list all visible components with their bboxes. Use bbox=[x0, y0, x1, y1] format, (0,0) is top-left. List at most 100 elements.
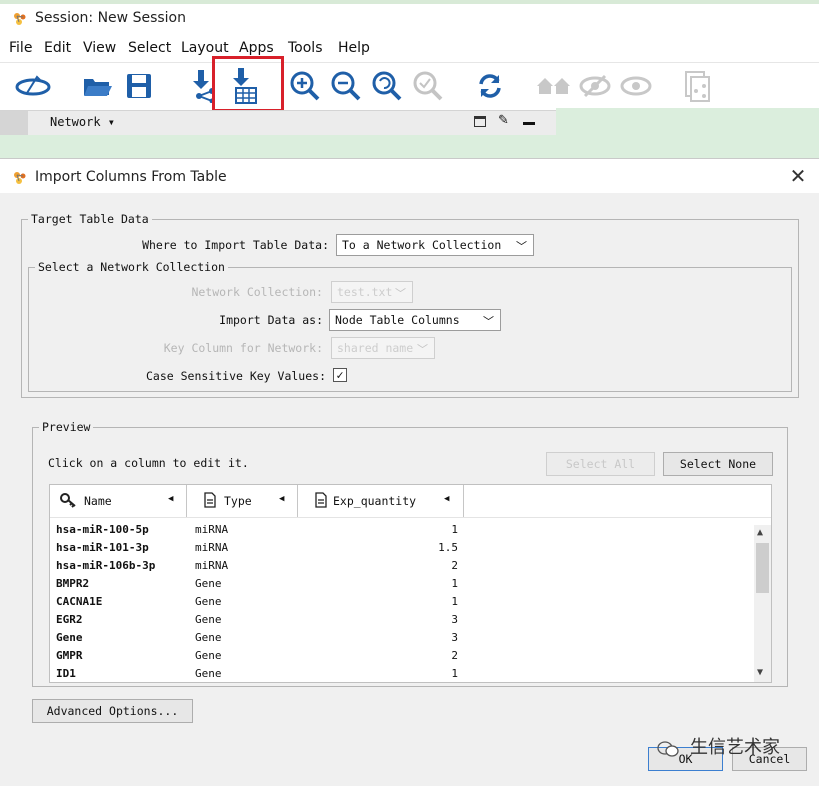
import-table-highlight-box bbox=[212, 56, 284, 112]
menu-file[interactable]: File bbox=[9, 40, 32, 56]
chevron-down-icon: ﹀ bbox=[516, 240, 527, 253]
zoom-selected-icon bbox=[409, 67, 447, 105]
network-collection-label: Network Collection: bbox=[191, 285, 323, 299]
network-collection-dropdown: test.txt ﹀ bbox=[331, 281, 413, 303]
import-as-value: Node Table Columns bbox=[335, 313, 460, 327]
advanced-options-button[interactable]: Advanced Options... bbox=[32, 699, 193, 723]
case-sensitive-checkbox[interactable]: ✓ bbox=[333, 368, 347, 382]
cell-type: Gene bbox=[195, 613, 222, 626]
scroll-down-icon[interactable]: ▼ bbox=[757, 667, 763, 678]
preview-legend: Preview bbox=[39, 420, 94, 434]
cell-name: EGR2 bbox=[56, 613, 83, 626]
cell-exp: 3 bbox=[451, 631, 458, 644]
show-icon bbox=[617, 67, 655, 105]
table-header: Name ◀ Type ◀ Exp_quantity ◀ bbox=[50, 485, 771, 518]
cell-exp: 3 bbox=[451, 613, 458, 626]
close-icon[interactable]: ✕ bbox=[787, 165, 809, 187]
scrollbar-thumb[interactable] bbox=[756, 543, 769, 593]
pin-icon[interactable]: ✎ bbox=[498, 113, 509, 128]
network-tab-label: Network bbox=[50, 115, 101, 129]
chevron-down-icon: ﹀ bbox=[417, 343, 428, 356]
preview-hint: Click on a column to edit it. bbox=[48, 456, 249, 470]
dialog-title: Import Columns From Table bbox=[35, 169, 227, 185]
background-area-strip bbox=[0, 135, 819, 158]
save-icon[interactable] bbox=[120, 67, 158, 105]
zoom-in-icon[interactable] bbox=[286, 67, 324, 105]
cell-type: Gene bbox=[195, 631, 222, 644]
cell-type: Gene bbox=[195, 595, 222, 608]
preview-table: Name ◀ Type ◀ Exp_quantity ◀ hsa-miR-100… bbox=[49, 484, 772, 683]
cell-type: Gene bbox=[195, 649, 222, 662]
menu-select[interactable]: Select bbox=[128, 40, 171, 56]
cell-exp: 1 bbox=[451, 523, 458, 536]
dialog-title-bar: Import Columns From Table ✕ bbox=[0, 159, 819, 193]
menu-view[interactable]: View bbox=[83, 40, 116, 56]
cell-type: miRNA bbox=[195, 559, 229, 572]
where-label: Where to Import Table Data: bbox=[142, 238, 329, 252]
cell-name: hsa-miR-106b-3p bbox=[56, 559, 156, 572]
table-row: CACNA1E Gene 1 bbox=[50, 595, 750, 613]
cell-exp: 1 bbox=[451, 577, 458, 590]
menu-help[interactable]: Help bbox=[338, 40, 370, 56]
window-top-border bbox=[0, 0, 819, 4]
key-icon bbox=[60, 493, 76, 508]
cell-type: miRNA bbox=[195, 541, 229, 554]
select-none-button[interactable]: Select None bbox=[663, 452, 773, 476]
sort-left-icon: ◀ bbox=[279, 494, 285, 504]
zoom-fit-icon[interactable] bbox=[368, 67, 406, 105]
where-value: To a Network Collection bbox=[342, 238, 502, 252]
open-folder-icon[interactable] bbox=[78, 67, 116, 105]
table-row: BMPR2 Gene 1 bbox=[50, 577, 750, 595]
column-header-type[interactable]: Type ◀ bbox=[187, 485, 298, 517]
cytoscape-app-icon bbox=[14, 13, 26, 25]
table-row: Gene Gene 3 bbox=[50, 631, 750, 649]
new-network-from-selection-icon[interactable] bbox=[14, 67, 52, 105]
network-tab[interactable]: Network ▾ bbox=[50, 115, 115, 129]
cell-exp: 2 bbox=[451, 559, 458, 572]
menu-edit[interactable]: Edit bbox=[44, 40, 71, 56]
cell-name: CACNA1E bbox=[56, 595, 103, 608]
column-header-name[interactable]: Name ◀ bbox=[50, 485, 187, 517]
menu-bar: File Edit View Select Layout Apps Tools … bbox=[0, 38, 819, 60]
table-row: EGR2 Gene 3 bbox=[50, 613, 750, 631]
hide-icon bbox=[576, 67, 614, 105]
refresh-icon[interactable] bbox=[471, 67, 509, 105]
scroll-up-icon[interactable]: ▲ bbox=[757, 527, 763, 538]
cell-name: hsa-miR-100-5p bbox=[56, 523, 149, 536]
cell-exp: 1.5 bbox=[438, 541, 458, 554]
collection-group-legend: Select a Network Collection bbox=[35, 260, 228, 274]
cell-name: hsa-miR-101-3p bbox=[56, 541, 149, 554]
key-column-dropdown: shared name ﹀ bbox=[331, 337, 435, 359]
column-exp-label: Exp_quantity bbox=[333, 494, 417, 508]
table-row: hsa-miR-106b-3p miRNA 2 bbox=[50, 559, 750, 577]
table-row: hsa-miR-100-5p miRNA 1 bbox=[50, 523, 750, 541]
minimize-icon[interactable] bbox=[523, 122, 535, 125]
menu-layout[interactable]: Layout bbox=[181, 40, 229, 56]
document-icon bbox=[315, 492, 327, 508]
table-scrollbar[interactable]: ▲ ▼ bbox=[754, 525, 771, 682]
cell-type: Gene bbox=[195, 577, 222, 590]
table-row: hsa-miR-101-3p miRNA 1.5 bbox=[50, 541, 750, 559]
cytoscape-app-icon bbox=[14, 172, 26, 184]
select-all-button[interactable]: Select All bbox=[546, 452, 655, 476]
cell-exp: 1 bbox=[451, 595, 458, 608]
case-sensitive-label: Case Sensitive Key Values: bbox=[145, 369, 326, 383]
cell-name: Gene bbox=[56, 631, 83, 644]
target-table-data-group: Target Table Data Where to Import Table … bbox=[21, 212, 799, 398]
column-header-exp-quantity[interactable]: Exp_quantity ◀ bbox=[298, 485, 464, 517]
toolbar bbox=[0, 62, 819, 109]
maximize-icon[interactable] bbox=[474, 116, 486, 127]
key-column-label: Key Column for Network: bbox=[163, 341, 323, 355]
where-dropdown[interactable]: To a Network Collection ﹀ bbox=[336, 234, 534, 256]
document-icon bbox=[204, 492, 216, 508]
import-as-dropdown[interactable]: Node Table Columns ﹀ bbox=[329, 309, 501, 331]
chevron-down-icon: ﹀ bbox=[483, 315, 494, 328]
cell-name: ID1 bbox=[56, 667, 76, 680]
target-group-legend: Target Table Data bbox=[28, 212, 152, 226]
zoom-out-icon[interactable] bbox=[327, 67, 365, 105]
menu-tools[interactable]: Tools bbox=[288, 40, 323, 56]
cell-exp: 1 bbox=[451, 667, 458, 680]
table-row: GMPR Gene 2 bbox=[50, 649, 750, 667]
menu-apps[interactable]: Apps bbox=[239, 40, 274, 56]
cell-exp: 2 bbox=[451, 649, 458, 662]
